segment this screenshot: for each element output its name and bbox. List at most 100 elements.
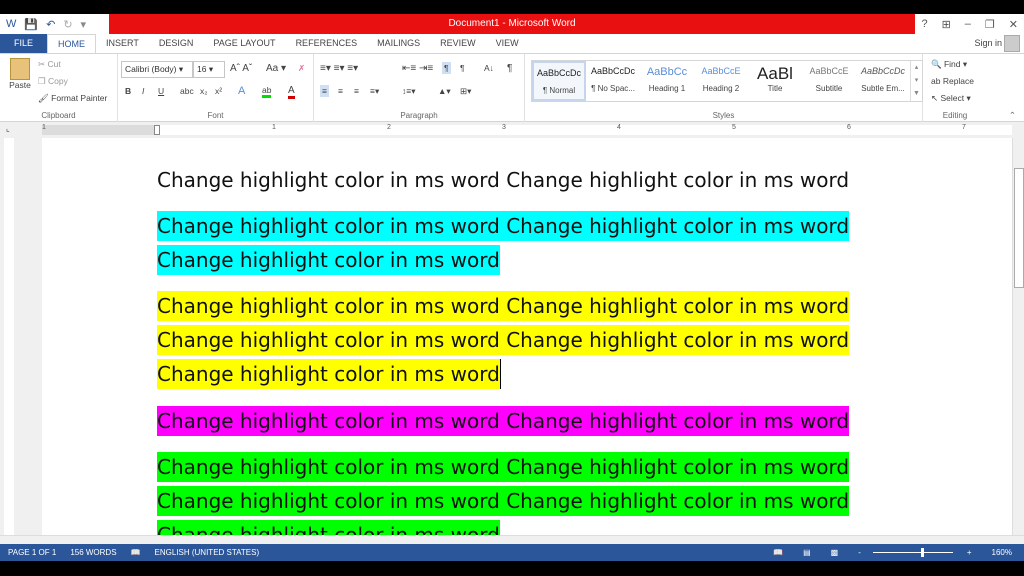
highlighted-line-green[interactable]: Change highlight color in ms word Change… xyxy=(157,486,850,516)
sign-in-link[interactable]: Sign in xyxy=(974,34,1002,53)
tab-mailings[interactable]: MAILINGS xyxy=(367,34,430,53)
italic-button[interactable]: I xyxy=(142,86,144,96)
document-area: Change highlight color in ms word Change… xyxy=(0,138,1012,535)
change-case-button[interactable]: Aa ▾ xyxy=(266,63,286,74)
word-count[interactable]: 156 WORDS xyxy=(70,548,116,557)
proofing-icon[interactable]: 📖 xyxy=(131,548,141,557)
close-icon[interactable]: ✕ xyxy=(1009,18,1018,31)
text-effects-icon[interactable]: A xyxy=(238,85,245,97)
find-label: Find xyxy=(943,59,961,69)
vertical-ruler xyxy=(4,138,14,535)
paste-button[interactable]: Paste xyxy=(6,58,34,90)
style-heading-2[interactable]: AaBbCcE Heading 2 xyxy=(694,61,748,101)
bold-button[interactable]: B xyxy=(125,86,131,96)
highlighted-line-cyan[interactable]: Change highlight color in ms word Change… xyxy=(157,211,850,241)
line-spacing-icon[interactable]: ↕≡▾ xyxy=(402,86,415,97)
select-button[interactable]: ↖ Select ▾ xyxy=(931,93,971,104)
rtl-icon[interactable]: ¶ xyxy=(460,63,465,73)
clipboard-label: Clipboard xyxy=(41,111,76,120)
clear-formatting-icon[interactable]: ✗ xyxy=(298,63,305,74)
style-heading-1[interactable]: AaBbCc Heading 1 xyxy=(640,61,694,101)
cut-button[interactable]: ✂ Cut xyxy=(38,59,61,70)
page-count[interactable]: PAGE 1 OF 1 xyxy=(8,548,56,557)
justify-icon[interactable]: ≡▾ xyxy=(370,86,379,97)
find-button[interactable]: 🔍 Find ▾ xyxy=(931,59,967,70)
redo-icon[interactable]: ↻ xyxy=(63,18,72,31)
paragraph-group: ≡▾ ≡▾ ≡▾ ⇤≡ ⇥≡ ¶ ¶ A↓ ¶ ≡ ≡ ≡ ≡▾ ↕≡▾ ▲▾ … xyxy=(314,54,525,122)
print-layout-icon[interactable]: ▤ xyxy=(803,548,811,557)
strikethrough-button[interactable]: abc xyxy=(180,86,194,96)
style-normal[interactable]: AaBbCcDc ¶ Normal xyxy=(532,61,586,101)
horizontal-ruler[interactable]: 1 1 2 3 4 5 6 7 xyxy=(42,124,1012,135)
borders-icon[interactable]: ⊞▾ xyxy=(460,86,471,97)
document-page[interactable]: Change highlight color in ms word Change… xyxy=(42,138,1012,535)
tab-references[interactable]: REFERENCES xyxy=(286,34,368,53)
font-name-select[interactable]: Calibri (Body) ▾ xyxy=(121,61,193,78)
highlighted-line-yellow[interactable]: Change highlight color in ms word xyxy=(157,359,501,389)
style-no-spacing[interactable]: AaBbCcDc ¶ No Spac... xyxy=(586,61,640,101)
align-center-icon[interactable]: ≡ xyxy=(338,86,343,96)
scroll-thumb[interactable] xyxy=(1014,168,1024,288)
paste-icon xyxy=(10,58,30,80)
replace-button[interactable]: ab Replace xyxy=(931,76,974,86)
copy-button[interactable]: ❐ Copy xyxy=(38,76,68,87)
horizontal-scrollbar[interactable] xyxy=(0,535,1024,544)
tab-review[interactable]: REVIEW xyxy=(430,34,486,53)
help-icon[interactable]: ? xyxy=(921,18,927,30)
style-subtle-emphasis[interactable]: AaBbCcDc Subtle Em... xyxy=(856,61,910,101)
tab-design[interactable]: DESIGN xyxy=(149,34,204,53)
bullets-icon[interactable]: ≡▾ ≡▾ ≡▾ xyxy=(320,63,358,74)
style-subtitle[interactable]: AaBbCcE Subtitle xyxy=(802,61,856,101)
language[interactable]: ENGLISH (UNITED STATES) xyxy=(155,548,260,557)
tab-file[interactable]: FILE xyxy=(0,34,48,53)
vertical-scrollbar[interactable] xyxy=(1012,138,1024,535)
highlight-color-icon[interactable]: ab xyxy=(262,85,272,98)
tab-selector-icon[interactable]: ⌞ xyxy=(6,124,10,133)
sort-icon[interactable]: A↓ xyxy=(484,63,494,73)
ltr-icon[interactable]: ¶ xyxy=(442,62,451,74)
tab-view[interactable]: VIEW xyxy=(486,34,529,53)
styles-scroll-icon[interactable]: ▴ ▾ ▼ xyxy=(910,61,922,101)
align-right-icon[interactable]: ≡ xyxy=(354,86,359,96)
subscript-button[interactable]: x₂ xyxy=(200,86,208,96)
minimize-icon[interactable]: – xyxy=(965,18,971,30)
highlighted-line-magenta[interactable]: Change highlight color in ms word Change… xyxy=(157,406,850,436)
font-color-icon[interactable]: A xyxy=(288,85,295,99)
zoom-slider[interactable] xyxy=(872,548,953,557)
superscript-button[interactable]: x² xyxy=(215,86,222,96)
indent-marker-icon[interactable] xyxy=(154,125,160,135)
highlighted-line-yellow[interactable]: Change highlight color in ms word Change… xyxy=(157,325,850,355)
customize-qat-icon[interactable]: ▾ xyxy=(81,18,87,31)
read-mode-icon[interactable]: 📖 xyxy=(773,548,783,557)
undo-icon[interactable]: ↶ xyxy=(46,18,55,31)
save-icon[interactable]: 💾 xyxy=(24,18,38,31)
web-layout-icon[interactable]: ▩ xyxy=(831,548,839,557)
zoom-in-button[interactable]: + xyxy=(967,548,972,557)
text-line[interactable]: Change highlight color in ms word Change… xyxy=(157,165,849,195)
ribbon-display-icon[interactable]: ⊞ xyxy=(942,18,951,31)
align-left-icon[interactable]: ≡ xyxy=(320,85,329,97)
restore-icon[interactable]: ❐ xyxy=(985,18,995,31)
style-title[interactable]: AaBl Title xyxy=(748,61,802,101)
font-size-select[interactable]: 16 ▾ xyxy=(193,61,225,78)
indent-icons[interactable]: ⇤≡ ⇥≡ xyxy=(402,63,433,74)
avatar[interactable] xyxy=(1004,35,1020,52)
format-painter-button[interactable]: 🖌 Format Painter xyxy=(38,93,107,104)
highlighted-line-green[interactable]: Change highlight color in ms word Change… xyxy=(157,452,850,482)
zoom-level[interactable]: 160% xyxy=(992,548,1012,557)
collapse-ribbon-icon[interactable]: ⌃ xyxy=(1009,110,1016,121)
style-preview: AaBl xyxy=(757,66,793,83)
underline-button[interactable]: U xyxy=(158,86,164,96)
show-marks-icon[interactable]: ¶ xyxy=(507,63,512,74)
ruler-number: 5 xyxy=(732,124,736,131)
tab-page-layout[interactable]: PAGE LAYOUT xyxy=(203,34,285,53)
shading-icon[interactable]: ▲▾ xyxy=(438,86,451,97)
zoom-out-button[interactable]: - xyxy=(858,548,861,557)
highlighted-line-yellow[interactable]: Change highlight color in ms word Change… xyxy=(157,291,850,321)
grow-font-button[interactable]: Aˆ Aˇ xyxy=(230,63,252,74)
zoom-slider-thumb[interactable] xyxy=(920,548,924,557)
tab-insert[interactable]: INSERT xyxy=(96,34,149,53)
tab-home[interactable]: HOME xyxy=(47,34,97,53)
highlighted-line-cyan[interactable]: Change highlight color in ms word xyxy=(157,245,500,275)
highlighted-line-green[interactable]: Change highlight color in ms word xyxy=(157,520,500,535)
